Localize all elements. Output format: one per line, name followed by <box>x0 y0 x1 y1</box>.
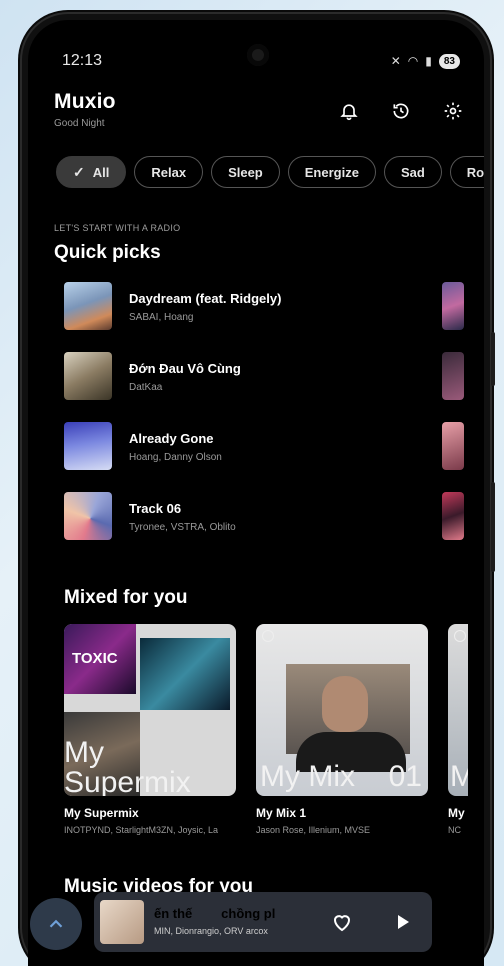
radio-dot-icon <box>262 630 274 642</box>
mix-artists: NC <box>448 825 461 835</box>
now-playing-artist: MIN, Dionrangio, ORV arcox <box>154 926 268 936</box>
section-eyebrow: LET'S START WITH A RADIO <box>54 223 181 233</box>
check-icon: ✓ <box>73 163 85 180</box>
mix-cover: M <box>448 624 468 796</box>
cover-tile <box>140 638 230 710</box>
mix-artists: INOTPYND, StarlightM3ZN, Joysic, La <box>64 825 219 835</box>
phone-frame: 12:13 ✕ ◠ ▮ 83 Muxio Good Night ✓ All Re… <box>22 14 495 966</box>
mute-icon: ✕ <box>390 54 401 68</box>
mix-cover: TOXIC My Supermix <box>64 624 236 796</box>
home-button[interactable] <box>30 898 82 950</box>
list-item[interactable]: Đớn Đau Vô Cùng DatKaa <box>64 352 464 402</box>
mix-name: My Mix 1 <box>256 806 307 820</box>
chip-sleep[interactable]: Sleep <box>211 156 280 188</box>
chip-label: Relax <box>151 164 187 180</box>
cover-title: My Supermix <box>64 736 191 797</box>
header-actions <box>336 98 466 124</box>
chip-label: Ro <box>466 164 484 180</box>
mini-player[interactable]: ến thế chồng pl MIN, Dionrangio, ORV arc… <box>94 892 432 952</box>
track-artwork <box>64 492 112 540</box>
mix-name: My Supermix <box>64 806 139 820</box>
chip-energize[interactable]: Energize <box>287 156 376 188</box>
mix-cover: My Mix 01 <box>256 624 428 796</box>
mix-name: My <box>448 806 465 820</box>
status-bar: 12:13 ✕ ◠ ▮ 83 <box>62 50 460 72</box>
now-playing-title: ến thế chồng pl <box>154 906 276 921</box>
track-title: Track 06 <box>129 501 182 516</box>
wifi-icon: ◠ <box>407 54 419 68</box>
bell-icon[interactable] <box>336 98 362 124</box>
next-column-artwork[interactable] <box>442 282 464 330</box>
status-time: 12:13 <box>62 52 103 69</box>
next-column-artwork[interactable] <box>442 492 464 540</box>
volume-button <box>491 332 495 386</box>
history-icon[interactable] <box>388 98 414 124</box>
list-item[interactable]: Track 06 Tyronee, VSTRA, Oblito <box>64 492 464 542</box>
cover-tag: TOXIC <box>72 650 118 667</box>
list-item[interactable]: Already Gone Hoang, Danny Olson <box>64 422 464 472</box>
track-artwork <box>64 282 112 330</box>
battery-indicator: 83 <box>438 53 460 69</box>
track-title: Daydream (feat. Ridgely) <box>129 291 282 306</box>
mix-card[interactable]: M My NC <box>448 624 468 835</box>
track-artwork <box>64 352 112 400</box>
chip-label: Sleep <box>228 164 263 180</box>
mood-chips: ✓ All Relax Sleep Energize Sad Ro <box>56 156 484 188</box>
track-title: Already Gone <box>129 431 214 446</box>
cover-person <box>322 676 368 732</box>
mix-artists: Jason Rose, Illenium, MVSE <box>256 825 371 835</box>
play-icon[interactable] <box>390 910 414 934</box>
mix-card[interactable]: TOXIC My Supermix My Supermix INOTPYND, … <box>64 624 236 835</box>
track-artwork <box>64 422 112 470</box>
chip-relax[interactable]: Relax <box>134 156 204 188</box>
chip-label: All <box>92 164 110 180</box>
app-header: Muxio Good Night <box>54 90 466 140</box>
now-playing-artwork <box>100 900 144 944</box>
track-artist: Tyronee, VSTRA, Oblito <box>129 522 236 533</box>
status-icons: ✕ ◠ ▮ 83 <box>390 53 460 69</box>
power-button <box>491 482 495 572</box>
cover-number: 01 <box>388 760 422 793</box>
radio-dot-icon <box>454 630 466 642</box>
app-screen: 12:13 ✕ ◠ ▮ 83 Muxio Good Night ✓ All Re… <box>28 20 484 966</box>
track-artist: DatKaa <box>129 382 163 393</box>
gear-icon[interactable] <box>440 98 466 124</box>
next-column-artwork[interactable] <box>442 422 464 470</box>
track-artist: SABAI, Hoang <box>129 312 194 323</box>
next-column-artwork[interactable] <box>442 352 464 400</box>
signal-icon: ▮ <box>425 54 432 68</box>
chip-label: Energize <box>304 164 359 180</box>
mixed-for-you-title: Mixed for you <box>64 587 188 608</box>
track-title: Đớn Đau Vô Cùng <box>129 361 241 376</box>
list-item[interactable]: Daydream (feat. Ridgely) SABAI, Hoang <box>64 282 464 332</box>
cover-title: M <box>450 760 468 793</box>
quick-picks-title: Quick picks <box>54 242 161 263</box>
chip-label: Sad <box>400 164 425 180</box>
track-artist: Hoang, Danny Olson <box>129 452 222 463</box>
chip-sad[interactable]: Sad <box>383 156 442 188</box>
chip-all[interactable]: ✓ All <box>56 156 127 188</box>
mix-card[interactable]: My Mix 01 My Mix 1 Jason Rose, Illenium,… <box>256 624 428 835</box>
chip-rock[interactable]: Ro <box>449 156 484 188</box>
heart-icon[interactable] <box>330 910 354 934</box>
chevron-up-icon <box>49 919 63 928</box>
